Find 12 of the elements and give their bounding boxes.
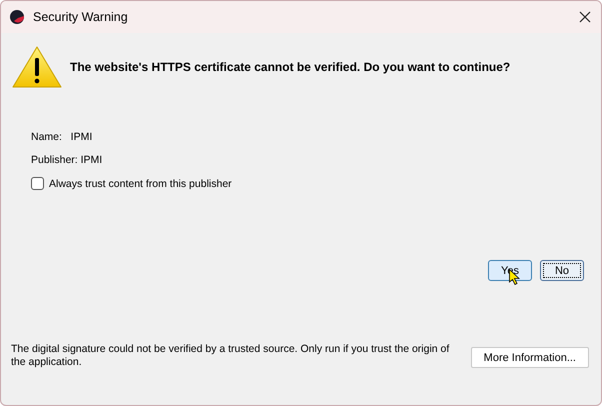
dialog-button[interactable]: No [540,260,584,281]
trust-checkbox[interactable] [31,177,44,190]
checkbox-label: Always trust content from this publisher [49,178,232,190]
warning-icon [11,45,63,89]
warning-message: The website's HTTPS certificate cannot be verified. Do you want to continue? [70,60,510,74]
signature-notice: The digital signature could not be verified by a trusted source. Only run if you trust the origin of the application. [11,343,450,369]
detail-text: Publisher: IPMI [31,154,104,166]
window-title: Security Warning [33,10,129,24]
close-icon[interactable] [579,11,591,23]
detail-text: Name: IPMI [31,131,94,143]
more-information-button[interactable]: More Information... [470,347,589,368]
app-logo-icon [9,9,25,25]
